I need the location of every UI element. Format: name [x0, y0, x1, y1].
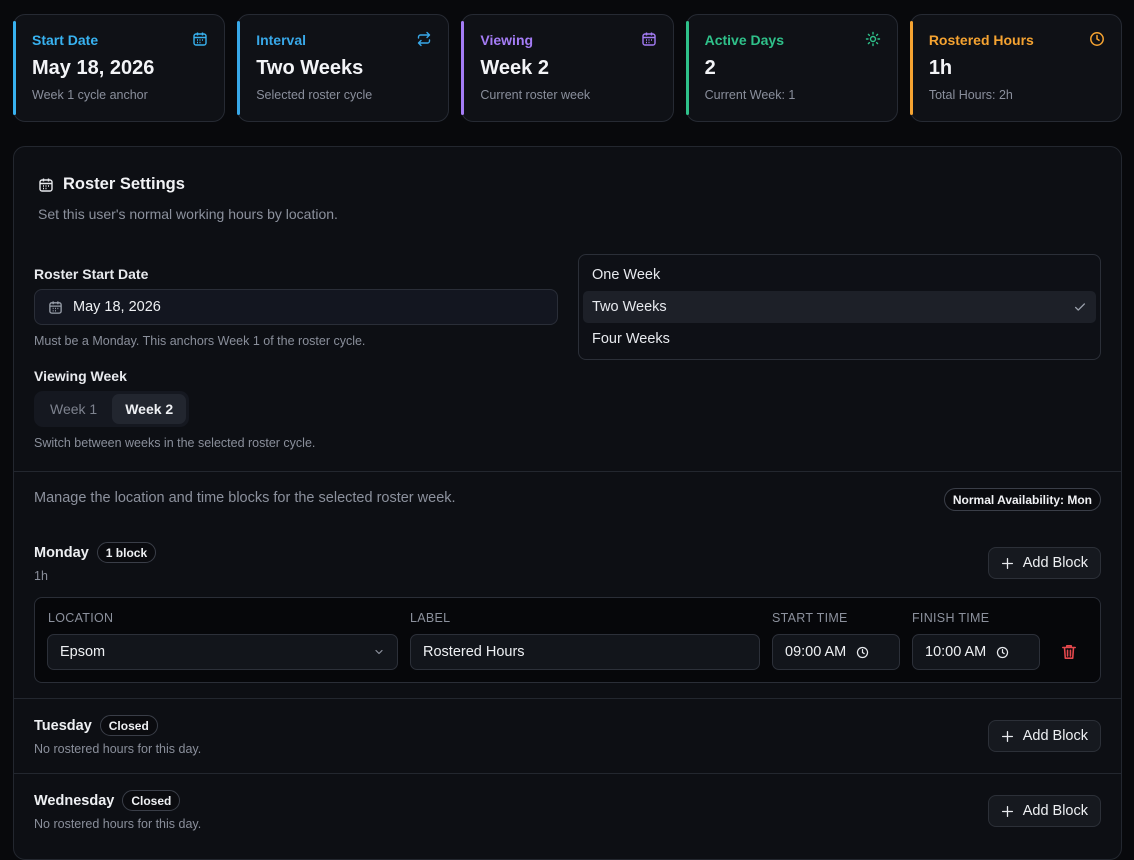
manage-description: Manage the location and time blocks for … — [34, 490, 456, 506]
stat-subtitle: Week 1 cycle anchor — [32, 88, 148, 102]
closed-badge: Closed — [99, 715, 158, 736]
start-date-input[interactable]: May 18, 2026 — [34, 289, 558, 325]
stat-subtitle: Current roster week — [480, 88, 591, 102]
add-block-label: Add Block — [1022, 728, 1088, 744]
stat-title: Interval — [256, 32, 307, 48]
panel-header: Roster Settings — [38, 175, 185, 194]
option-label: Two Weeks — [592, 299, 667, 315]
panel-description: Set this user's normal working hours by … — [38, 206, 338, 222]
viewing-week-label: Viewing Week — [34, 368, 127, 384]
location-column-label: LOCATION — [48, 611, 114, 625]
stat-card-rostered-hours: Rostered Hours 1h Total Hours: 2h — [909, 14, 1123, 122]
day-hours: 1h — [34, 569, 48, 583]
label-column-label: LABEL — [410, 611, 451, 625]
option-label: Four Weeks — [592, 331, 670, 347]
start-date-hint: Must be a Monday. This anchors Week 1 of… — [34, 334, 366, 348]
plus-icon — [1001, 557, 1013, 569]
day-name: Wednesday — [34, 792, 115, 809]
label-value: Rostered Hours — [423, 644, 525, 660]
time-block-row: LOCATION LABEL START TIME FINISH TIME Ep… — [34, 597, 1101, 683]
finish-time-column-label: FINISH TIME — [912, 611, 990, 625]
interval-option-two-weeks[interactable]: Two Weeks — [583, 291, 1096, 323]
trash-icon[interactable] — [1060, 643, 1078, 661]
add-block-button-monday[interactable]: Add Block — [987, 547, 1101, 579]
day-hours: No rostered hours for this day. — [34, 742, 202, 756]
stat-title: Active Days — [704, 32, 784, 48]
repeat-icon — [418, 31, 431, 47]
roster-settings-panel: Roster Settings Set this user's normal w… — [13, 146, 1122, 860]
start-time-column-label: START TIME — [772, 611, 848, 625]
stats-row: Start Date May 18, 2026 Week 1 cycle anc… — [13, 14, 1123, 122]
stat-value: 2 — [704, 57, 716, 79]
stat-title: Rostered Hours — [928, 32, 1034, 48]
stat-subtitle: Total Hours: 2h — [928, 88, 1013, 102]
stat-value: May 18, 2026 — [32, 57, 155, 79]
chevron-down-icon — [375, 649, 383, 655]
clock-icon — [857, 646, 869, 658]
stat-card-start-date: Start Date May 18, 2026 Week 1 cycle anc… — [13, 14, 226, 122]
label-input[interactable]: Rostered Hours — [410, 634, 760, 670]
day-header-wednesday: Wednesday Closed — [34, 790, 181, 811]
closed-badge: Closed — [122, 790, 181, 811]
divider — [14, 698, 1121, 699]
stat-card-viewing: Viewing Week 2 Current roster week — [461, 14, 674, 122]
sun-icon — [865, 31, 881, 47]
stat-value: 1h — [928, 57, 953, 79]
add-block-button-wednesday[interactable]: Add Block — [987, 795, 1101, 827]
plus-icon — [1001, 730, 1013, 742]
stat-value: Two Weeks — [256, 57, 364, 79]
viewing-week-hint: Switch between weeks in the selected ros… — [34, 436, 316, 450]
clock-icon — [997, 646, 1009, 658]
panel-title: Roster Settings — [63, 175, 185, 193]
plus-icon — [1001, 805, 1013, 817]
interval-option-one-week[interactable]: One Week — [583, 259, 1096, 291]
interval-option-four-weeks[interactable]: Four Weeks — [583, 323, 1096, 355]
calendar-icon — [49, 300, 62, 314]
add-block-button-tuesday[interactable]: Add Block — [987, 720, 1101, 752]
calendar-icon — [641, 32, 656, 46]
week-option-2[interactable]: Week 2 — [112, 394, 187, 424]
divider — [14, 471, 1121, 472]
finish-time-value: 10:00 AM — [925, 644, 987, 660]
calendar-icon — [39, 178, 53, 192]
week-option-1[interactable]: Week 1 — [37, 394, 110, 424]
option-label: One Week — [592, 267, 661, 283]
location-value: Epsom — [60, 644, 106, 660]
stat-value: Week 2 — [480, 57, 549, 79]
day-name: Tuesday — [34, 717, 92, 734]
stat-subtitle: Current Week: 1 — [704, 88, 796, 102]
calendar-icon — [193, 32, 207, 46]
day-hours: No rostered hours for this day. — [34, 817, 202, 831]
stat-card-interval: Interval Two Weeks Selected roster cycle — [237, 14, 450, 122]
divider — [14, 773, 1121, 774]
start-time-value: 09:00 AM — [785, 644, 847, 660]
stat-title: Start Date — [32, 32, 99, 48]
clock-icon — [1090, 32, 1104, 46]
week-toggle: Week 1 Week 2 — [34, 391, 190, 427]
day-header-tuesday: Tuesday Closed — [34, 715, 158, 736]
day-header-monday: Monday 1 block — [34, 542, 157, 563]
availability-badge: Normal Availability: Mon — [943, 488, 1101, 511]
add-block-label: Add Block — [1022, 555, 1088, 571]
start-date-label: Roster Start Date — [34, 266, 149, 282]
start-date-value: May 18, 2026 — [73, 299, 161, 315]
interval-dropdown-menu: One Week Two Weeks Four Weeks — [578, 254, 1101, 360]
day-name: Monday — [34, 544, 89, 561]
stat-subtitle: Selected roster cycle — [256, 88, 373, 102]
add-block-label: Add Block — [1022, 803, 1088, 819]
block-count-badge: 1 block — [96, 542, 157, 563]
finish-time-input[interactable]: 10:00 AM — [912, 634, 1040, 670]
stat-title: Viewing — [480, 32, 534, 48]
check-icon — [1074, 303, 1086, 311]
start-time-input[interactable]: 09:00 AM — [772, 634, 900, 670]
stat-card-active-days: Active Days 2 Current Week: 1 — [685, 14, 898, 122]
location-select[interactable]: Epsom — [47, 634, 398, 670]
